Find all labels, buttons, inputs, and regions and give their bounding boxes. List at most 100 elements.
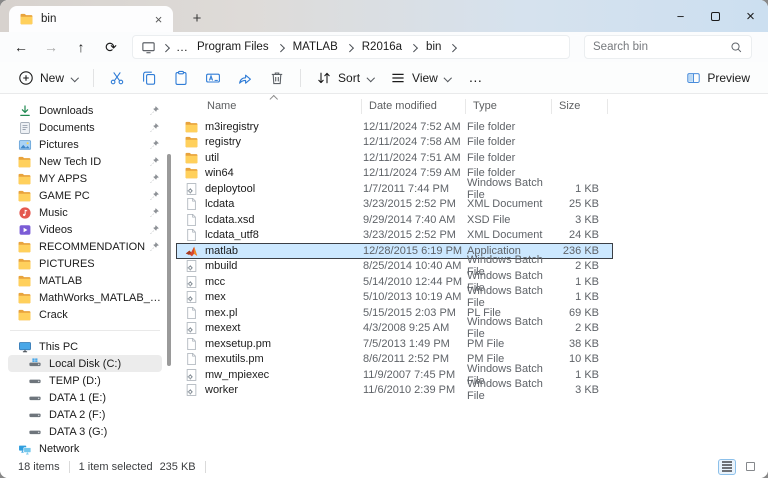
- sidebar-item-downloads[interactable]: Downloads: [8, 102, 162, 119]
- command-toolbar: New Sort View Preview: [0, 62, 768, 94]
- forward-button[interactable]: →: [36, 35, 66, 59]
- sidebar-item-my-apps[interactable]: MY APPS: [8, 170, 162, 187]
- details-view-button[interactable]: [718, 458, 736, 475]
- sort-ascending-icon: [270, 94, 278, 100]
- column-header-type[interactable]: Type: [466, 98, 552, 114]
- sidebar-item-mathworks-matlab-r2016a[interactable]: MathWorks_MATLAB_R2016a: [8, 289, 162, 306]
- share-button[interactable]: [229, 65, 261, 91]
- share-icon: [237, 70, 253, 86]
- file-date-modified: 3/23/2015 2:52 PM: [363, 198, 456, 211]
- column-header-name[interactable]: Name: [176, 98, 362, 114]
- sidebar-item-pictures[interactable]: PICTURES: [8, 255, 162, 272]
- thumbnail-view-icon: [745, 462, 755, 471]
- sidebar-item-game-pc[interactable]: GAME PC: [8, 187, 162, 204]
- search-box[interactable]: [584, 35, 752, 59]
- sidebar-item-data-3-g[interactable]: DATA 3 (G:): [8, 423, 162, 440]
- sort-button[interactable]: Sort: [308, 65, 382, 91]
- file-row-util[interactable]: util 12/11/2024 7:51 AM File folder: [176, 150, 613, 166]
- file-row-mex[interactable]: mex 5/10/2013 10:19 AM Windows Batch File 1…: [176, 285, 613, 309]
- sidebar-item-documents[interactable]: Documents: [8, 119, 162, 136]
- file-date-modified: 1/7/2011 7:44 PM: [363, 182, 450, 195]
- file-row-mexext[interactable]: mexext 4/3/2008 9:25 AM Windows Batch File…: [176, 316, 613, 340]
- sidebar-item-music[interactable]: Music: [8, 204, 162, 221]
- details-view-icon: [722, 461, 732, 472]
- sidebar-item-local-disk-c[interactable]: Local Disk (C:): [8, 355, 162, 372]
- sidebar-item-new-tech-id[interactable]: New Tech ID: [8, 153, 162, 170]
- file-type: XML Document: [467, 198, 543, 211]
- paste-button[interactable]: [165, 65, 197, 91]
- new-button[interactable]: New: [10, 65, 86, 91]
- folder-icon: [17, 256, 32, 271]
- file-date-modified: 11/6/2010 2:39 PM: [363, 384, 456, 397]
- refresh-button[interactable]: ⟳: [96, 35, 126, 59]
- file-row-lcdata-xsd[interactable]: lcdata.xsd 9/29/2014 7:40 AM XSD File 3 KB: [176, 212, 613, 228]
- file-size: 236 KB: [562, 244, 599, 257]
- tab-close-icon[interactable]: [150, 11, 167, 28]
- preview-button[interactable]: Preview: [678, 65, 758, 91]
- close-button[interactable]: [733, 0, 768, 32]
- pin-icon: [147, 156, 160, 167]
- sidebar-item-pictures[interactable]: Pictures: [8, 136, 162, 153]
- sidebar-item-label: RECOMMENDATION: [39, 240, 146, 253]
- file-type: XSD File: [467, 213, 511, 226]
- file-name: mex: [177, 290, 363, 304]
- sidebar-item-matlab[interactable]: MATLAB: [8, 272, 162, 289]
- file-row-worker[interactable]: worker 11/6/2010 2:39 PM Windows Batch Fil…: [176, 378, 613, 402]
- up-button[interactable]: ↑: [66, 35, 96, 59]
- thumbnail-view-button[interactable]: [741, 459, 759, 475]
- column-headers: Name Date modified Type Size: [176, 97, 768, 115]
- file-name: mexext: [177, 321, 363, 335]
- window-controls: [663, 0, 768, 32]
- preview-button-label: Preview: [707, 70, 750, 85]
- file-name: lcdata_utf8: [177, 228, 363, 242]
- file-row-mexsetup-pm[interactable]: mexsetup.pm 7/5/2013 1:49 PM PM File 38 KB: [176, 336, 613, 352]
- file-name-text: mbuild: [205, 260, 238, 273]
- copy-button[interactable]: [133, 65, 165, 91]
- pin-icon: [147, 241, 160, 252]
- sidebar-item-data-2-f[interactable]: DATA 2 (F:): [8, 406, 162, 423]
- breadcrumb[interactable]: … Program Files MATLAB R2016a bin: [132, 35, 570, 59]
- sidebar-item-data-1-e[interactable]: DATA 1 (E:): [8, 389, 162, 406]
- file-row-m3iregistry[interactable]: m3iregistry 12/11/2024 7:52 AM File folder: [176, 119, 613, 135]
- tab-bin[interactable]: bin: [9, 6, 173, 32]
- more-options-button[interactable]: [460, 65, 492, 91]
- file-row-lcdata-utf8[interactable]: lcdata_utf8 3/23/2015 2:52 PM XML Document…: [176, 228, 613, 244]
- sidebar-item-recommendation[interactable]: RECOMMENDATION: [8, 238, 162, 255]
- file-type: Windows Batch File: [467, 285, 543, 310]
- file-row-deploytool[interactable]: deploytool 1/7/2011 7:44 PM Windows Batch …: [176, 177, 613, 201]
- new-tab-button[interactable]: [185, 6, 209, 30]
- breadcrumb-item-bin[interactable]: bin: [424, 40, 443, 54]
- batch-icon: [184, 368, 199, 382]
- breadcrumb-item-matlab[interactable]: MATLAB: [291, 40, 340, 54]
- minimize-button[interactable]: [663, 0, 698, 32]
- file-row-lcdata[interactable]: lcdata 3/23/2015 2:52 PM XML Document 25 KB: [176, 197, 613, 213]
- cut-button[interactable]: [101, 65, 133, 91]
- back-button[interactable]: ←: [6, 35, 36, 59]
- maximize-button[interactable]: [698, 0, 733, 32]
- file-size: 1 KB: [575, 182, 599, 195]
- file-size: 1 KB: [575, 275, 599, 288]
- sidebar-item-label: Downloads: [39, 104, 94, 117]
- sidebar-scrollbar[interactable]: [167, 154, 171, 366]
- sidebar-item-temp-d[interactable]: TEMP (D:): [8, 372, 162, 389]
- breadcrumb-item-program-files[interactable]: Program Files: [195, 40, 271, 54]
- sidebar-item-this-pc[interactable]: This PC: [8, 338, 162, 355]
- file-name: worker: [177, 383, 363, 397]
- breadcrumb-item-r2016a[interactable]: R2016a: [360, 40, 404, 54]
- breadcrumb-overflow[interactable]: …: [176, 40, 189, 54]
- file-name-text: worker: [205, 384, 239, 397]
- maximize-icon: [711, 11, 720, 21]
- sidebar-item-label: Videos: [39, 223, 73, 236]
- sidebar-item-crack[interactable]: Crack: [8, 306, 162, 323]
- delete-button[interactable]: [261, 65, 293, 91]
- search-input[interactable]: [593, 41, 730, 53]
- file-name: mw_mpiexec: [177, 368, 363, 382]
- sidebar-item-videos[interactable]: Videos: [8, 221, 162, 238]
- file-name-text: mexsetup.pm: [205, 337, 272, 350]
- file-row-registry[interactable]: registry 12/11/2024 7:58 AM File folder: [176, 135, 613, 151]
- column-header-date-modified[interactable]: Date modified: [362, 98, 466, 114]
- rename-button[interactable]: [197, 65, 229, 91]
- videos-icon: [17, 222, 32, 237]
- column-header-size[interactable]: Size: [552, 98, 608, 114]
- view-button[interactable]: View: [382, 65, 460, 91]
